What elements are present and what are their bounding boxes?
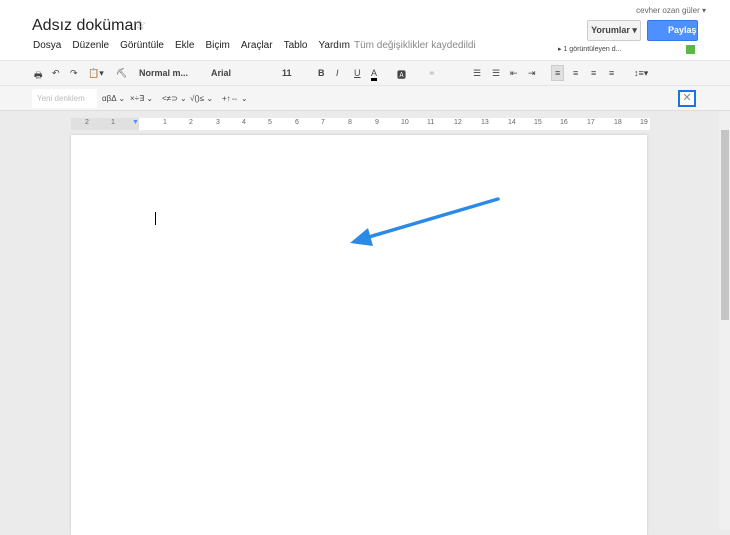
scrollbar-thumb[interactable] [721,130,729,320]
annotation-arrow [350,197,500,246]
